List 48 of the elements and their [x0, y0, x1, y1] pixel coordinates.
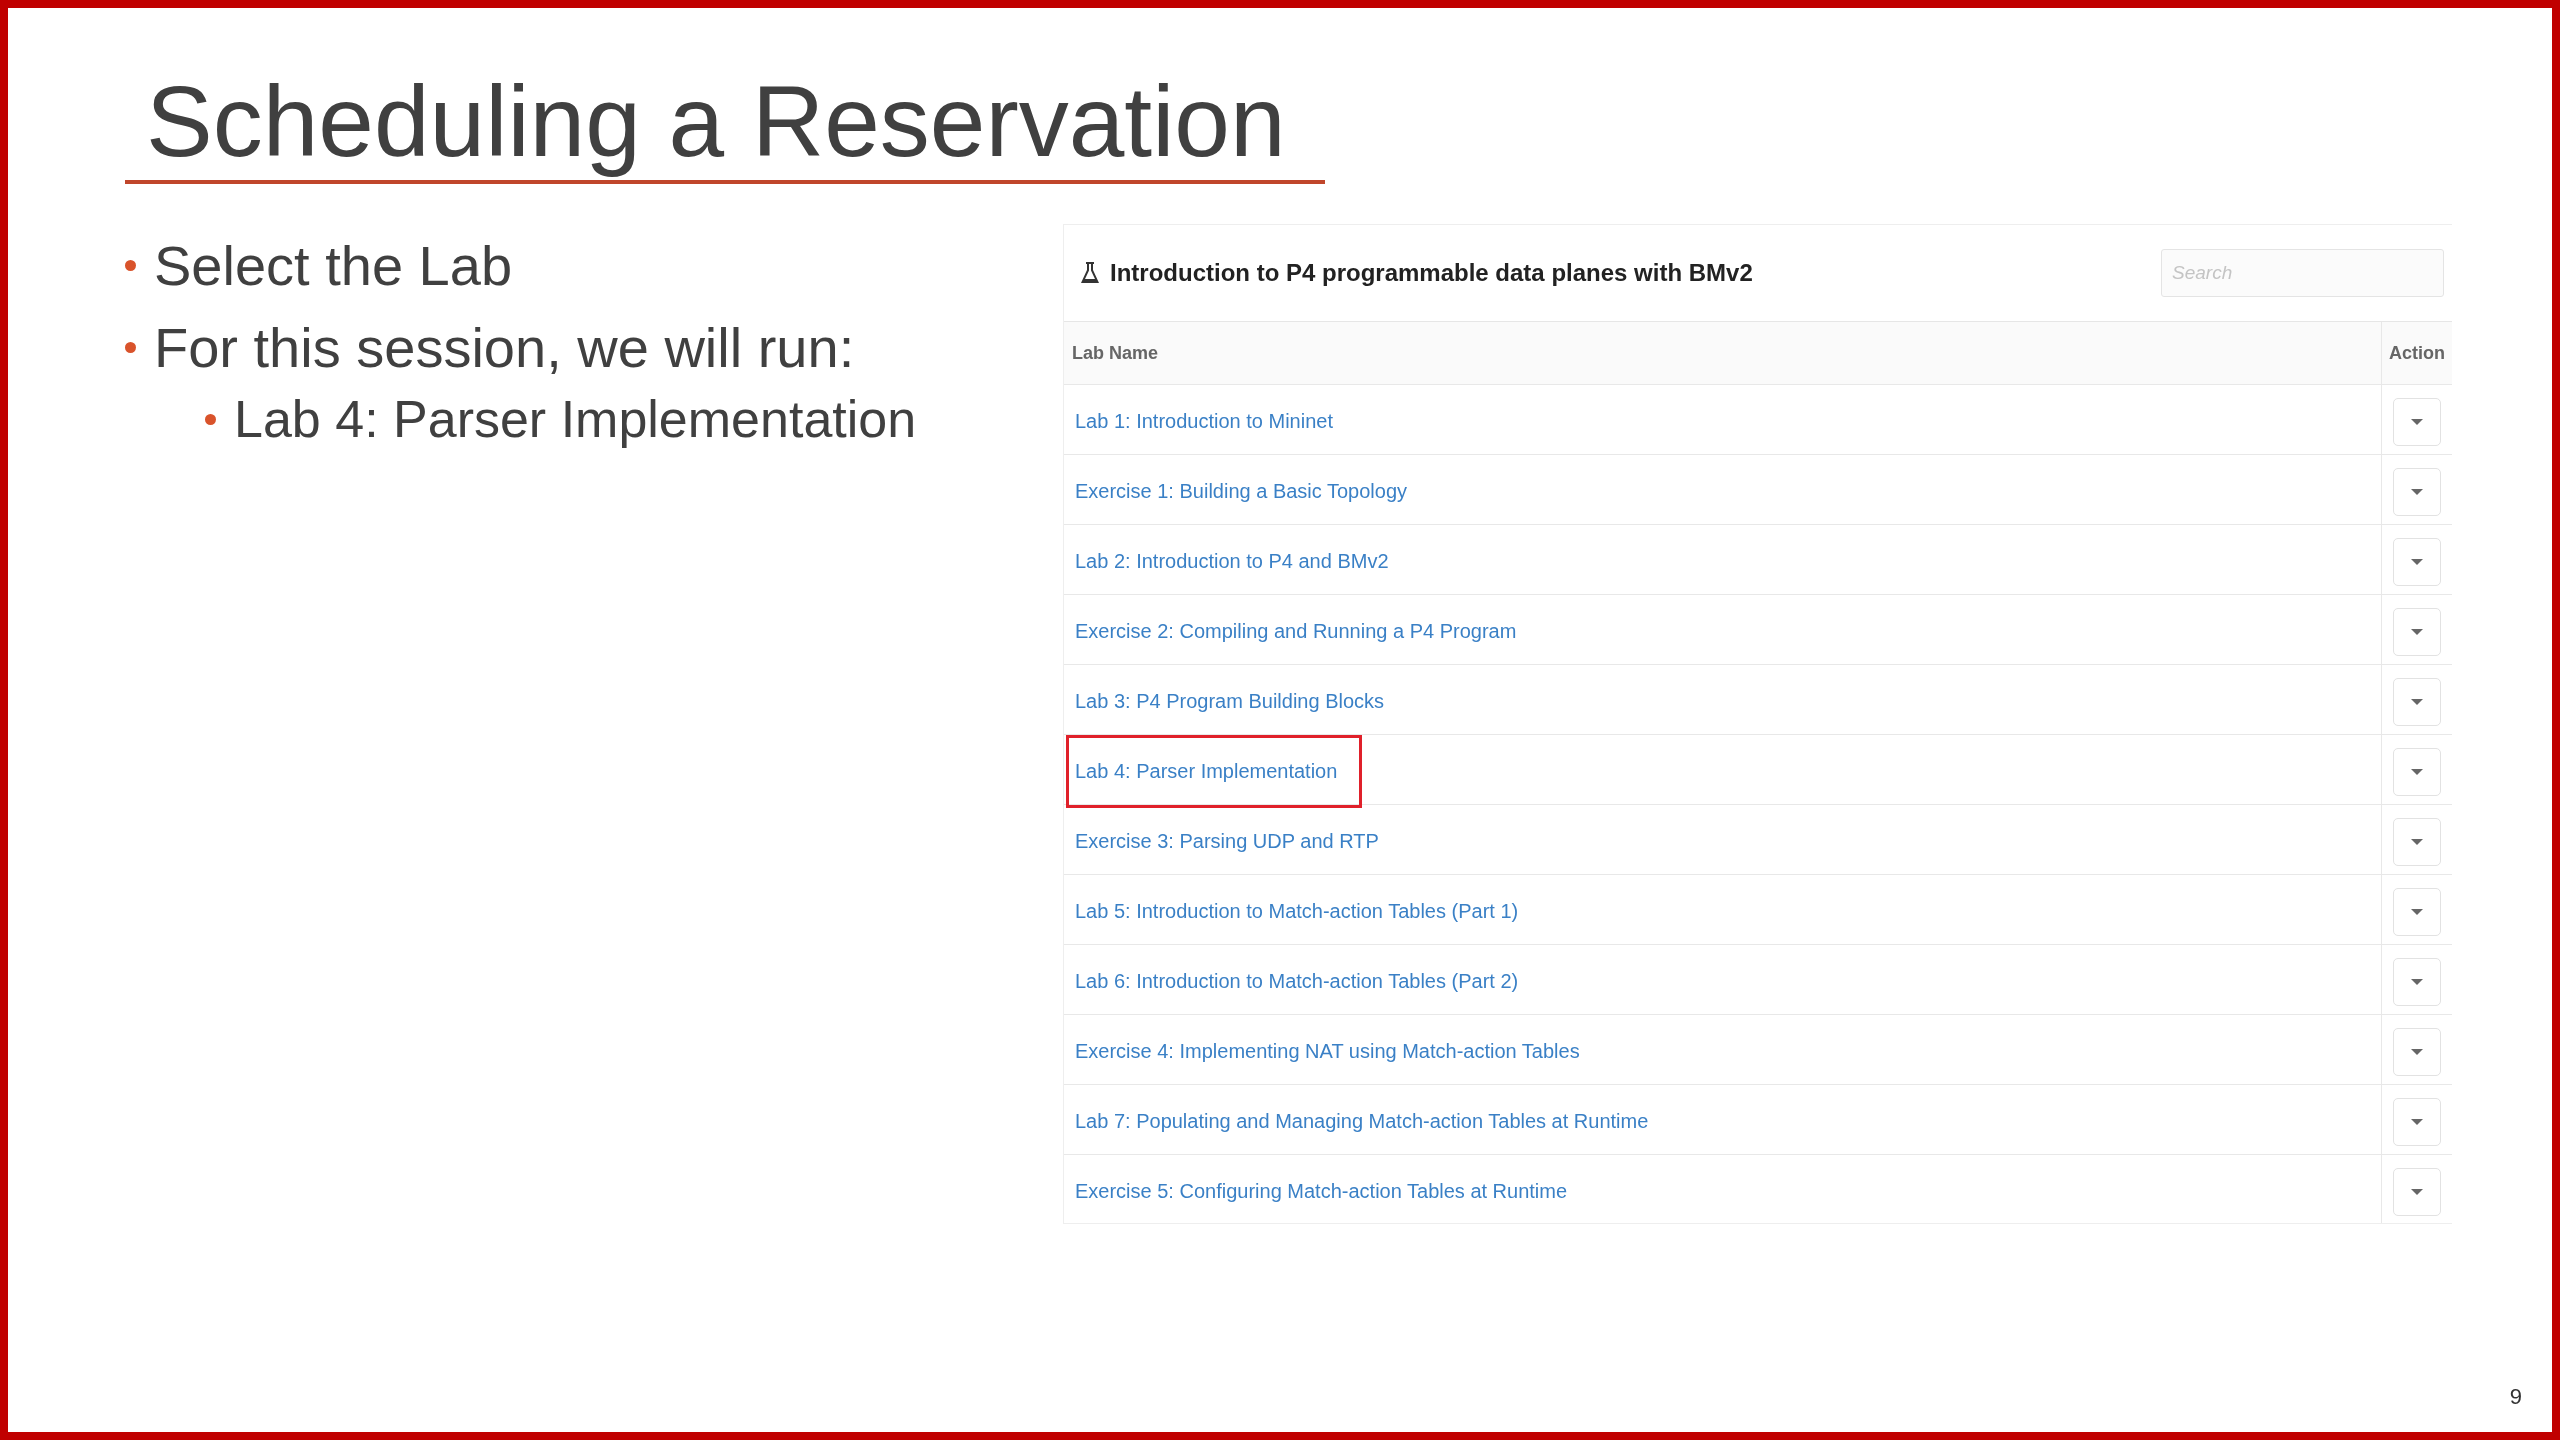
caret-icon: [2411, 908, 2423, 915]
panel-title: Introduction to P4 programmable data planes with BMv2: [1110, 259, 1753, 287]
column-header: Lab Name: [1072, 342, 1159, 364]
lab-link[interactable]: Exercise 3: Parsing UDP and RTP: [1066, 805, 1404, 878]
lab-link[interactable]: Lab 4: Parser Implementation: [1066, 735, 1363, 808]
bullet-text: Lab 4: Parser Implementation: [234, 389, 917, 449]
caret-icon: [2411, 768, 2423, 775]
caret-icon: [2411, 558, 2423, 565]
bullet-icon: [125, 259, 136, 271]
caret-icon: [2411, 1048, 2423, 1055]
lab-link[interactable]: Lab 7: Populating and Managing Match-action Tables at Runtime: [1066, 1085, 1674, 1158]
caret-icon: [2411, 418, 2423, 425]
dropdown-button[interactable]: [2393, 747, 2441, 796]
lab-link[interactable]: Lab 1: Introduction to Mininet: [1066, 385, 1358, 458]
dropdown-button[interactable]: [2393, 1097, 2441, 1146]
dropdown-button[interactable]: [2393, 607, 2441, 656]
lab-link[interactable]: Exercise 4: Implementing NAT using Match-action Tables: [1066, 1015, 1605, 1088]
column-header: Action: [2389, 342, 2445, 364]
flask-icon: [1080, 261, 1100, 285]
caret-icon: [2411, 488, 2423, 495]
page-number: 9: [2509, 1384, 2522, 1410]
dropdown-button[interactable]: [2393, 817, 2441, 866]
bullet-text: Select the Lab: [154, 232, 513, 298]
lab-link[interactable]: Lab 2: Introduction to P4 and BMv2: [1066, 525, 1414, 598]
dropdown-button[interactable]: [2393, 467, 2441, 516]
caret-icon: [2411, 1118, 2423, 1125]
caret-icon: [2411, 698, 2423, 705]
lab-link[interactable]: Lab 3: P4 Program Building Blocks: [1066, 665, 1410, 738]
slide-title: Scheduling a Reservation: [146, 66, 1286, 176]
caret-icon: [2411, 628, 2423, 635]
bullet-icon: [125, 341, 136, 353]
dropdown-button[interactable]: [2393, 677, 2441, 726]
lab-link[interactable]: Exercise 1: Building a Basic Topology: [1066, 455, 1433, 528]
bullet-text: For this session, we will run:: [154, 314, 855, 380]
dropdown-button[interactable]: [2393, 537, 2441, 586]
dropdown-button[interactable]: [2393, 397, 2441, 446]
caret-icon: [2411, 1188, 2423, 1195]
lab-link[interactable]: Exercise 5: Configuring Match-action Tables at Runtime: [1066, 1155, 1593, 1223]
caret-icon: [2411, 838, 2423, 845]
dropdown-button[interactable]: [2393, 887, 2441, 936]
dropdown-button[interactable]: [2393, 957, 2441, 1006]
bullet-icon: [205, 413, 216, 425]
dropdown-button[interactable]: [2393, 1027, 2441, 1076]
caret-icon: [2411, 978, 2423, 985]
lab-link[interactable]: Lab 5: Introduction to Match-action Tables (Part 1): [1066, 875, 1544, 948]
lab-link[interactable]: Lab 6: Introduction to Match-action Tables (Part 2): [1066, 945, 1544, 1018]
dropdown-button[interactable]: [2393, 1167, 2441, 1216]
lab-link[interactable]: Exercise 2: Compiling and Running a P4 Program: [1066, 595, 1542, 668]
